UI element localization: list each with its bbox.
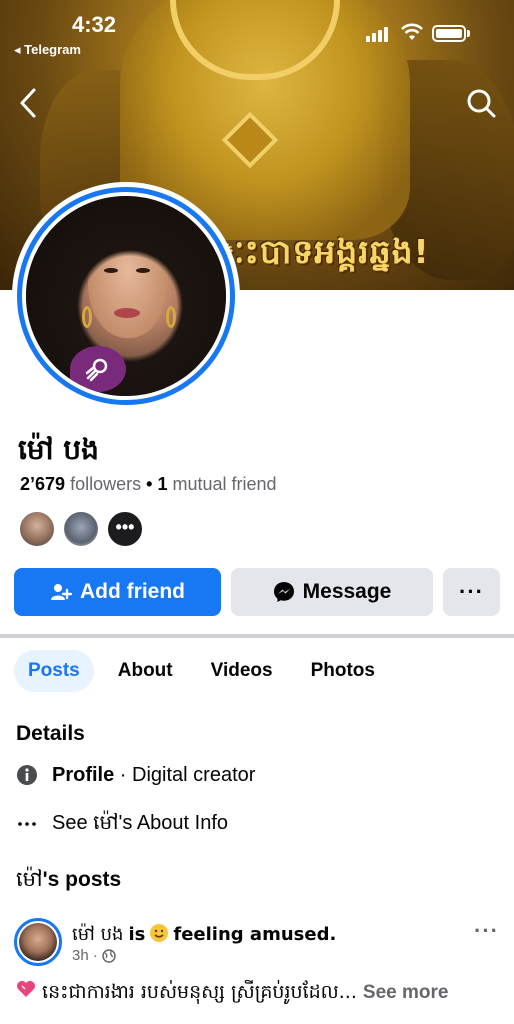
avatar-earring [166,306,176,328]
tab-videos[interactable]: Videos [197,650,287,692]
message-label: Message [302,580,392,603]
battery-tip [467,30,470,37]
friend-avatar[interactable] [62,510,100,548]
stats-separator: • [146,474,153,494]
post-author-name[interactable]: ម៉ៅ បង [72,924,123,945]
post-body: នេះជាការងារ របស់មនុស្ស ស្រីគ្រប់រូបដែល..… [16,980,506,1008]
messenger-icon [273,582,294,602]
tab-about[interactable]: About [104,650,187,692]
see-about-info-link[interactable]: See ម៉ៅ's About Info [16,809,228,839]
tab-posts[interactable]: Posts [14,650,94,692]
about-name: ម៉ៅ [93,810,119,834]
post-is: is [128,924,146,945]
story-ring [17,187,235,405]
amused-emoji-icon [150,924,169,942]
profile-name: ម៉ៅ បង [18,433,99,466]
add-friend-icon [51,584,72,600]
heart-emoji-icon [16,980,36,1003]
profile-tabs: Posts About Videos Photos [14,650,389,692]
post-author-line: ម៉ៅ បង is feeling amused. [72,922,336,949]
post-text: នេះជាការងារ របស់មនុស្ស ស្រីគ្រប់រូបដែល..… [42,981,357,1003]
dots-icon [16,813,38,835]
detail-profile-type: Profile · Digital creator [16,760,255,790]
add-friend-button[interactable]: Add friend [14,568,221,616]
posts-heading: ម៉ៅ's posts [16,866,121,897]
globe-icon [102,948,116,963]
about-prefix: See [52,812,94,834]
followers-count[interactable]: 2’679 [20,474,65,494]
post-feeling: feeling amused. [173,924,337,945]
followers-label[interactable]: followers [70,474,141,494]
avatar-hair [26,196,226,396]
search-icon[interactable] [466,88,496,118]
posts-heading-suffix: 's posts [42,868,122,891]
message-button[interactable]: Message [231,568,433,616]
mutual-count[interactable]: 1 [157,474,167,494]
avatar-photo [26,196,226,396]
section-divider [0,634,514,638]
more-friends-icon[interactable]: ••• [106,510,144,548]
see-more-link[interactable]: See more [363,982,449,1003]
avatar-earring [82,306,92,328]
back-to-telegram-link[interactable]: ◂ Telegram [14,42,81,58]
cover-banner-text: ៈះបាទអង្គរឆ្នង! [215,232,430,271]
post-time[interactable]: 3h · [72,947,98,964]
mutual-label[interactable]: mutual friend [172,474,276,494]
post-author-avatar[interactable] [14,918,62,966]
avatar-lips [114,308,140,318]
avatar-eye [104,268,118,273]
back-arrow-icon[interactable] [14,86,44,120]
about-suffix: 's About Info [118,812,228,834]
friend-avatar[interactable] [18,510,56,548]
digital-creator-badge-icon [70,346,126,392]
status-time: 4:32 [72,12,117,37]
details-heading: Details [16,722,85,745]
profile-avatar[interactable] [12,182,240,410]
post-more-options-button[interactable]: ··· [474,918,499,944]
status-bar: 4:32 ◂ Telegram [0,0,514,60]
wifi-icon [401,23,423,40]
add-friend-label: Add friend [80,580,185,603]
more-options-button[interactable]: ··· [443,568,500,616]
avatar-eye [136,268,150,273]
battery-icon [432,25,466,42]
signal-icon [366,26,392,42]
info-icon [16,764,38,786]
tab-photos[interactable]: Photos [297,650,389,692]
posts-heading-name: ម៉ៅ [16,867,43,891]
profile-label: Profile [52,763,115,786]
post-meta: 3h · [72,947,116,964]
profile-category: · Digital creator [114,763,256,786]
profile-stats: 2’679 followers • 1 mutual friend [20,474,277,495]
